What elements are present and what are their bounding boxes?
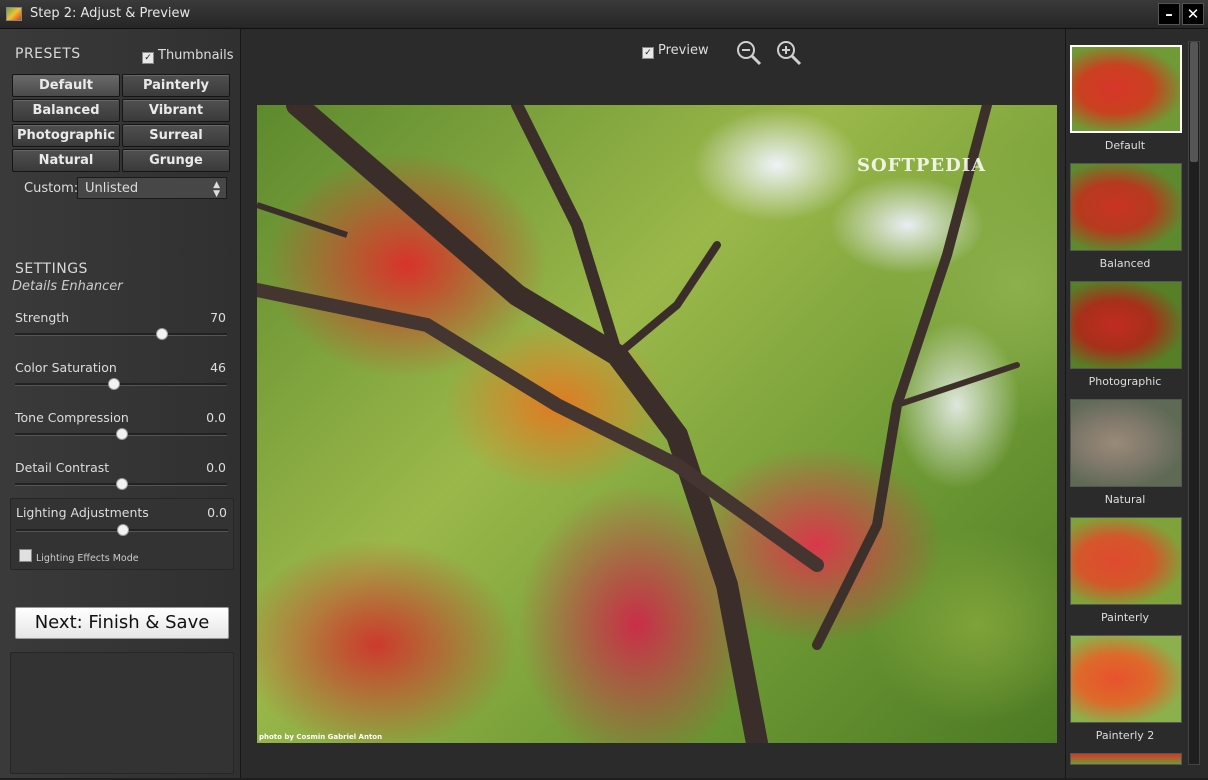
detail-contrast-label: Detail Contrast bbox=[15, 460, 110, 475]
tone-compression-slider-handle[interactable] bbox=[116, 428, 128, 440]
preview-area: ✓ Preview SOFTPEDIA photo by Cosmin Gabri… bbox=[241, 29, 1065, 778]
thumbnails-checkbox[interactable]: ✓ Thumbnails bbox=[142, 48, 234, 64]
checkmark-icon: ✓ bbox=[142, 52, 154, 64]
title-bar: Step 2: Adjust & Preview – ✕ bbox=[0, 0, 1208, 29]
color-saturation-label: Color Saturation bbox=[15, 360, 117, 375]
thumbnail-label-painterly-2: Painterly 2 bbox=[1095, 729, 1155, 742]
settings-title: SETTINGS bbox=[15, 261, 88, 277]
strength-slider-handle[interactable] bbox=[156, 328, 169, 340]
lighting-adjustments-label: Lighting Adjustments bbox=[16, 505, 149, 520]
preset-balanced-button[interactable]: Balanced bbox=[12, 99, 120, 122]
softpedia-watermark: SOFTPEDIA bbox=[857, 155, 987, 176]
thumbnail-label-painterly: Painterly bbox=[1100, 611, 1150, 624]
next-finish-save-button[interactable]: Next: Finish & Save bbox=[15, 607, 229, 639]
thumbnail-scrollbar[interactable] bbox=[1188, 41, 1200, 765]
custom-label: Custom: bbox=[24, 181, 79, 196]
strength-label: Strength bbox=[15, 310, 70, 325]
lighting-adjustments-slider[interactable] bbox=[16, 524, 228, 536]
detail-contrast-value: 0.0 bbox=[206, 460, 226, 475]
info-box bbox=[10, 652, 234, 774]
checkmark-icon: ✓ bbox=[642, 47, 654, 59]
color-saturation-value: 46 bbox=[210, 360, 226, 375]
thumbnail-next-partial[interactable] bbox=[1070, 753, 1182, 765]
thumbnail-default[interactable] bbox=[1070, 45, 1182, 133]
thumbnail-strip: Default Balanced Photographic Natural Pa… bbox=[1065, 29, 1208, 778]
thumbnail-photographic[interactable] bbox=[1070, 281, 1182, 369]
checkbox-icon bbox=[19, 549, 32, 562]
color-saturation-slider[interactable] bbox=[15, 378, 227, 390]
updown-arrows-icon: ▲ ▼ bbox=[213, 180, 220, 199]
tone-compression-label: Tone Compression bbox=[15, 410, 129, 425]
thumbnail-label-natural: Natural bbox=[1104, 493, 1146, 506]
color-saturation-slider-handle[interactable] bbox=[107, 378, 120, 390]
lighting-adjustments-slider-handle[interactable] bbox=[117, 524, 129, 536]
thumbnail-painterly-2[interactable] bbox=[1070, 635, 1182, 723]
preview-image[interactable]: SOFTPEDIA photo by Cosmin Gabriel Anton bbox=[257, 105, 1057, 743]
strength-slider[interactable] bbox=[15, 328, 227, 340]
preset-natural-button[interactable]: Natural bbox=[12, 149, 120, 172]
zoom-out-icon[interactable] bbox=[735, 39, 762, 66]
app-icon bbox=[6, 7, 22, 21]
preset-grunge-button[interactable]: Grunge bbox=[122, 149, 230, 172]
presets-title: PRESETS bbox=[15, 46, 81, 62]
tone-compression-slider[interactable] bbox=[15, 428, 227, 440]
thumbnail-balanced[interactable] bbox=[1070, 163, 1182, 251]
close-button[interactable]: ✕ bbox=[1182, 3, 1204, 25]
lighting-effects-mode-label: Lighting Effects Mode bbox=[36, 553, 139, 564]
preset-default-button[interactable]: Default bbox=[12, 74, 120, 97]
preset-vibrant-button[interactable]: Vibrant bbox=[122, 99, 230, 122]
detail-contrast-slider-handle[interactable] bbox=[116, 478, 128, 490]
settings-subtitle: Details Enhancer bbox=[12, 279, 123, 294]
preview-checkbox[interactable]: ✓ Preview bbox=[642, 43, 709, 59]
custom-preset-value: Unlisted bbox=[85, 181, 139, 196]
photo-credit: photo by Cosmin Gabriel Anton bbox=[259, 733, 383, 741]
preset-surreal-button[interactable]: Surreal bbox=[122, 124, 230, 147]
preview-label: Preview bbox=[658, 43, 709, 58]
lighting-adjustments-value: 0.0 bbox=[207, 505, 227, 520]
lighting-group: Lighting Adjustments 0.0 Lighting Effect… bbox=[10, 498, 234, 570]
window-title: Step 2: Adjust & Preview bbox=[30, 6, 191, 21]
preset-photographic-button[interactable]: Photographic bbox=[12, 124, 120, 147]
thumbnail-label-balanced: Balanced bbox=[1099, 257, 1151, 270]
thumbnail-natural[interactable] bbox=[1070, 399, 1182, 487]
thumbnail-painterly[interactable] bbox=[1070, 517, 1182, 605]
left-panel: PRESETS ✓ Thumbnails Default Painterly Ba… bbox=[0, 29, 241, 778]
branches-overlay bbox=[257, 105, 1020, 743]
thumbnail-label-default: Default bbox=[1104, 139, 1146, 152]
detail-contrast-slider[interactable] bbox=[15, 478, 227, 490]
custom-preset-select[interactable]: Unlisted ▲ ▼ bbox=[77, 177, 227, 199]
thumbnails-label: Thumbnails bbox=[158, 48, 234, 63]
zoom-in-icon[interactable] bbox=[775, 39, 802, 66]
preset-painterly-button[interactable]: Painterly bbox=[122, 74, 230, 97]
lighting-effects-mode-checkbox[interactable]: Lighting Effects Mode bbox=[19, 549, 139, 564]
thumbnail-label-photographic: Photographic bbox=[1088, 375, 1162, 388]
scrollbar-thumb[interactable] bbox=[1190, 42, 1198, 162]
minimize-button[interactable]: – bbox=[1158, 3, 1180, 25]
tone-compression-value: 0.0 bbox=[206, 410, 226, 425]
strength-value: 70 bbox=[210, 310, 226, 325]
